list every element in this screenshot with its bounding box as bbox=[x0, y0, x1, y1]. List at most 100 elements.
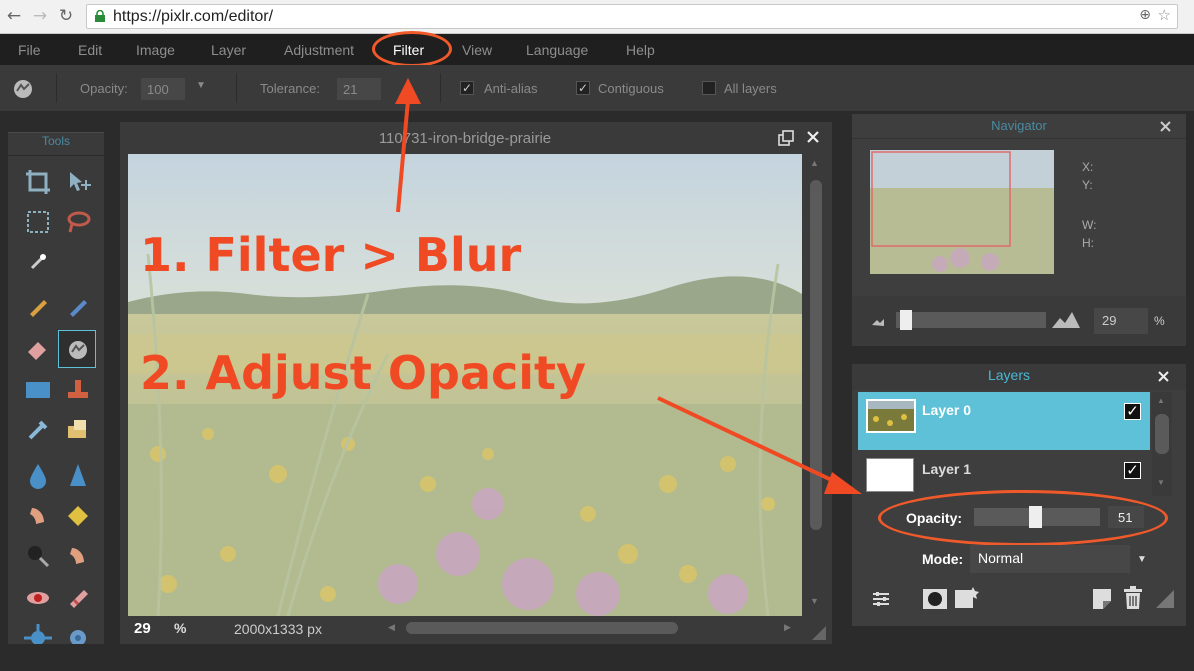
maximize-icon[interactable] bbox=[778, 130, 794, 146]
layer-visibility-checkbox[interactable]: ✓ bbox=[1124, 462, 1141, 479]
scroll-left-icon[interactable]: ◀ bbox=[388, 622, 395, 633]
status-bar: 29 % 2000x1333 px bbox=[128, 618, 388, 640]
redeye-icon[interactable] bbox=[22, 582, 54, 614]
menu-edit[interactable]: Edit bbox=[78, 42, 102, 58]
vertical-scrollbar[interactable]: ▲ ▼ bbox=[806, 154, 826, 616]
marquee-icon[interactable] bbox=[22, 206, 54, 238]
scroll-up-icon[interactable]: ▲ bbox=[810, 158, 819, 168]
layer-name: Layer 1 bbox=[922, 461, 972, 477]
layer-row-selected[interactable]: Layer 0 ✓ bbox=[858, 392, 1150, 450]
forward-icon[interactable]: → bbox=[30, 6, 50, 26]
navigator-zoom-slider[interactable] bbox=[896, 312, 1046, 328]
wand-icon[interactable] bbox=[22, 246, 54, 278]
layer-effects-icon[interactable] bbox=[954, 586, 980, 610]
blend-mode-label: Mode: bbox=[922, 551, 964, 567]
navigator-zoom-unit: % bbox=[1154, 314, 1165, 328]
opacity-label: Opacity: bbox=[80, 81, 128, 96]
antialias-label: Anti-alias bbox=[484, 81, 538, 96]
layer-thumbnail bbox=[866, 458, 914, 492]
trash-icon[interactable] bbox=[1122, 586, 1144, 610]
bucket-icon[interactable] bbox=[62, 334, 94, 366]
scroll-down-icon[interactable]: ▼ bbox=[810, 596, 819, 606]
layer-settings-icon[interactable] bbox=[870, 588, 892, 610]
navigator-thumbnail[interactable] bbox=[870, 150, 1054, 274]
burn-icon[interactable] bbox=[22, 540, 54, 572]
annotation-step2: 2. Adjust Opacity bbox=[140, 346, 587, 400]
wand-icon bbox=[14, 80, 32, 98]
stamp-icon[interactable] bbox=[62, 374, 94, 406]
divider bbox=[56, 73, 57, 103]
zoom-value[interactable]: 29 bbox=[134, 620, 151, 637]
close-icon[interactable] bbox=[1158, 371, 1169, 382]
menu-bar: File Edit Image Layer Adjustment Filter … bbox=[0, 34, 1194, 65]
antialias-checkbox[interactable]: ✓ bbox=[460, 81, 474, 95]
smudge-icon[interactable] bbox=[22, 500, 54, 532]
menu-view[interactable]: View bbox=[462, 42, 492, 58]
resize-grip-icon[interactable] bbox=[1156, 590, 1174, 608]
navigator-zoom-handle[interactable] bbox=[900, 310, 912, 330]
close-icon[interactable] bbox=[1160, 121, 1171, 132]
menu-image[interactable]: Image bbox=[136, 42, 175, 58]
layer-name: Layer 0 bbox=[922, 402, 972, 418]
new-layer-icon[interactable] bbox=[1092, 588, 1112, 610]
blend-mode-select[interactable]: Normal bbox=[970, 545, 1130, 573]
layers-title: Layers bbox=[987, 367, 1031, 383]
tools-title: Tools bbox=[41, 134, 70, 148]
chevron-down-icon[interactable]: ▼ bbox=[196, 80, 206, 91]
alllayers-label: All layers bbox=[724, 81, 777, 96]
menu-help[interactable]: Help bbox=[626, 42, 655, 58]
menu-file[interactable]: File bbox=[18, 42, 41, 58]
scroll-down-icon[interactable]: ▼ bbox=[1157, 478, 1165, 487]
scroll-thumb[interactable] bbox=[406, 622, 678, 634]
move-icon[interactable] bbox=[62, 166, 94, 198]
sharpen-icon[interactable] bbox=[62, 460, 94, 492]
navigator-zoom-value: 29 bbox=[1102, 313, 1117, 328]
gradient-icon[interactable] bbox=[22, 374, 54, 406]
horizontal-scrollbar[interactable]: ◀ ▶ bbox=[384, 618, 804, 638]
opacity-input[interactable]: 100 bbox=[140, 77, 186, 101]
layer-mask-icon[interactable] bbox=[922, 588, 948, 610]
dodge-icon[interactable] bbox=[62, 540, 94, 572]
contiguous-checkbox[interactable]: ✓ bbox=[576, 81, 590, 95]
star-icon[interactable]: ☆ bbox=[1158, 6, 1171, 24]
address-bar[interactable]: https://pixlr.com/editor/ ⊕ ☆ bbox=[86, 4, 1178, 29]
zoom-in-icon[interactable] bbox=[1052, 310, 1080, 328]
tolerance-input[interactable]: 21 bbox=[336, 77, 382, 101]
zoom-out-icon[interactable] bbox=[870, 314, 886, 326]
eraser-icon[interactable] bbox=[22, 334, 54, 366]
document-title: 110731-iron-bridge-prairie bbox=[378, 130, 552, 147]
reload-icon[interactable]: ↻ bbox=[56, 6, 76, 26]
spot-heal-icon[interactable] bbox=[62, 582, 94, 614]
menu-layer[interactable]: Layer bbox=[211, 42, 246, 58]
colorpicker-icon[interactable] bbox=[22, 414, 54, 446]
layer-visibility-checkbox[interactable]: ✓ bbox=[1124, 403, 1141, 420]
scroll-up-icon[interactable]: ▲ bbox=[1157, 396, 1165, 405]
back-icon[interactable]: ← bbox=[4, 6, 24, 26]
lasso-icon[interactable] bbox=[62, 206, 94, 238]
layers-scrollbar[interactable]: ▲ ▼ bbox=[1152, 392, 1172, 496]
sponge-icon[interactable] bbox=[62, 500, 94, 532]
navigator-zoom-input[interactable]: 29 bbox=[1094, 308, 1148, 334]
resize-grip-icon[interactable] bbox=[812, 626, 826, 640]
divider bbox=[236, 73, 237, 103]
scroll-thumb[interactable] bbox=[810, 180, 822, 530]
layer-thumbnail bbox=[866, 399, 916, 433]
chevron-down-icon[interactable]: ▼ bbox=[1137, 554, 1147, 565]
annotation-step1: 1. Filter > Blur bbox=[140, 228, 522, 282]
opacity-value: 100 bbox=[147, 82, 169, 97]
scroll-right-icon[interactable]: ▶ bbox=[784, 622, 791, 633]
lock-icon bbox=[95, 10, 105, 22]
menu-adjustment[interactable]: Adjustment bbox=[284, 42, 354, 58]
close-icon[interactable] bbox=[806, 130, 820, 144]
brush-icon[interactable] bbox=[62, 290, 94, 322]
alllayers-checkbox[interactable] bbox=[702, 81, 716, 95]
zoom-icon[interactable]: ⊕ bbox=[1139, 7, 1151, 23]
crop-icon[interactable] bbox=[22, 166, 54, 198]
browser-toolbar: ← → ↻ https://pixlr.com/editor/ ⊕ ☆ bbox=[0, 0, 1194, 34]
divider bbox=[440, 73, 441, 103]
drop-icon[interactable] bbox=[22, 460, 54, 492]
clone-icon[interactable] bbox=[62, 414, 94, 446]
menu-language[interactable]: Language bbox=[526, 42, 588, 58]
scroll-thumb[interactable] bbox=[1155, 414, 1169, 454]
pencil-icon[interactable] bbox=[22, 290, 54, 322]
